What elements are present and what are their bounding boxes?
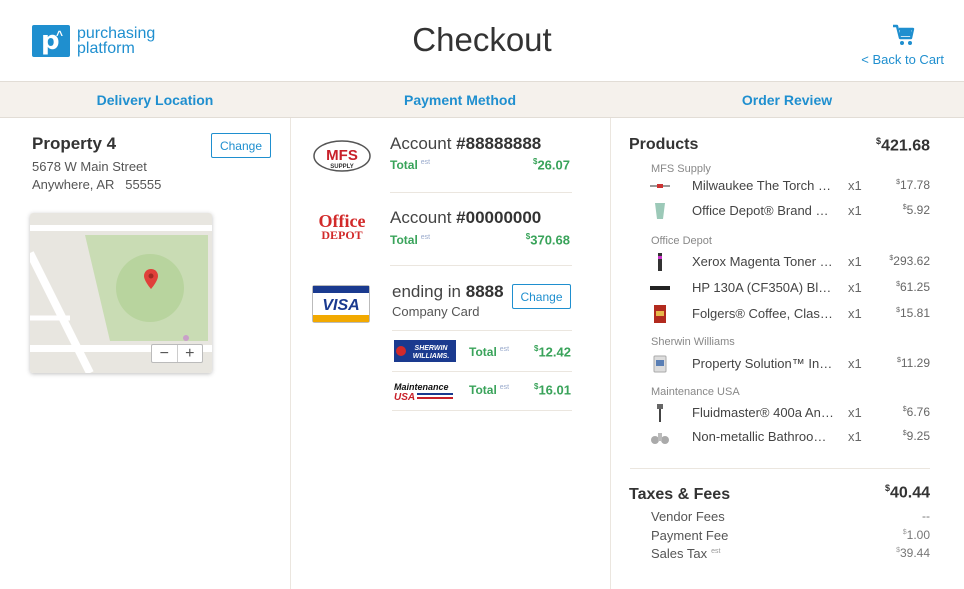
divider (392, 330, 572, 331)
zoom-out-button[interactable]: − (152, 345, 178, 362)
vendor-total: $12.42 (534, 344, 571, 360)
address-city: Anywhere, AR 55555 (32, 177, 162, 192)
delivery-location-heading: Delivery Location (96, 92, 214, 108)
property-name: Property 4 (32, 134, 117, 153)
change-card-button[interactable]: Change (512, 284, 571, 309)
svg-text:WILLIAMS.: WILLIAMS. (413, 353, 450, 360)
total-label: Total est (390, 233, 431, 247)
order-line-item: Office Depot® Brand 4 oz Cups x1 $5.92 (649, 200, 930, 222)
order-review-heading: Order Review (741, 92, 833, 108)
products-total: $421.68 (876, 136, 930, 155)
address-street: 5678 W Main Street (32, 159, 147, 174)
map-zoom-control: − + (151, 344, 203, 363)
vendor-group-label: Office Depot (651, 235, 712, 247)
zoom-in-button[interactable]: + (178, 345, 203, 362)
divider (390, 192, 572, 193)
fee-row: Sales Tax est $39.44 (651, 546, 930, 561)
page-title: Checkout (412, 21, 552, 58)
divider (390, 265, 572, 266)
vendor-total: $16.01 (534, 382, 571, 398)
order-line-item: Fluidmaster® 400a Anti-Siphon x1 $6.76 (649, 402, 930, 424)
svg-text:MFS: MFS (326, 147, 358, 164)
order-line-item: Xerox Magenta Toner Cartridge x1 $293.62 (649, 251, 930, 273)
account-label: Account #00000000 (390, 208, 542, 227)
section-bar: Delivery Location Payment Method Order R… (0, 82, 964, 118)
sherwin-williams-logo: SHERWIN WILLIAMS. (394, 340, 456, 362)
svg-text:SUPPLY: SUPPLY (330, 164, 353, 170)
office-depot-logo: Office DEPOT (319, 211, 366, 242)
cup-icon (655, 203, 665, 219)
column-divider (610, 118, 611, 589)
fill-valve-icon (657, 404, 663, 422)
coffee-icon (654, 305, 666, 323)
order-line-item: HP 130A (CF350A) Black Toner x1 $61.25 (649, 277, 930, 299)
svg-text:DEPOT: DEPOT (321, 228, 362, 242)
account-total: $370.68 (525, 232, 570, 248)
divider (392, 371, 572, 372)
taxes-fees-heading: Taxes & Fees (629, 486, 731, 503)
header: p ^ purchasing platform Checkout < Back t… (0, 0, 964, 82)
map-pin-icon (144, 269, 158, 289)
order-line-item: Folgers® Coffee, Classic Roast x1 $15.81 (649, 303, 930, 325)
paint-can-icon (653, 355, 667, 373)
fee-row: Payment Fee $1.00 (651, 528, 930, 543)
faucet-icon (651, 433, 669, 444)
products-heading: Products (629, 136, 699, 153)
account-total: $26.07 (533, 157, 570, 173)
back-to-cart-link[interactable]: < Back to Cart (861, 52, 944, 67)
card-label: ending in 8888 (392, 282, 504, 301)
divider (392, 410, 572, 411)
svg-text:USA: USA (394, 392, 415, 402)
taxes-fees-total: $40.44 (884, 483, 930, 502)
svg-text:SHERWIN: SHERWIN (415, 345, 449, 352)
account-label: Account #88888888 (390, 134, 542, 153)
divider (630, 468, 930, 469)
order-line-item: Milwaukee The Torch Spotlight x1 $17.78 (649, 175, 930, 197)
card-type: Company Card (392, 304, 480, 319)
payment-method-heading: Payment Method (403, 92, 516, 108)
vendor-group-label: MFS Supply (651, 163, 711, 175)
total-label: Total est (390, 158, 431, 172)
svg-text:VISA: VISA (322, 297, 359, 314)
torch-icon (650, 184, 670, 188)
toner-icon (658, 253, 662, 271)
maintenance-usa-logo: Maintenance USA (394, 382, 453, 402)
fee-row: Vendor Fees -- (651, 509, 930, 524)
vendor-group-label: Maintenance USA (651, 386, 740, 398)
cart-icon[interactable] (892, 23, 916, 47)
column-divider (290, 118, 291, 589)
svg-text:Maintenance: Maintenance (394, 382, 449, 392)
order-line-item: Non-metallic Bathroom Faucet x1 $9.25 (649, 426, 930, 448)
vendor-group-label: Sherwin Williams (651, 336, 735, 348)
change-location-button[interactable]: Change (211, 133, 271, 158)
mfs-supply-logo: MFS SUPPLY (313, 140, 371, 172)
visa-card-icon: VISA (312, 285, 370, 323)
cartridge-icon (650, 286, 670, 290)
order-line-item: Property Solution™ Interior Paint x1 $11… (649, 353, 930, 375)
